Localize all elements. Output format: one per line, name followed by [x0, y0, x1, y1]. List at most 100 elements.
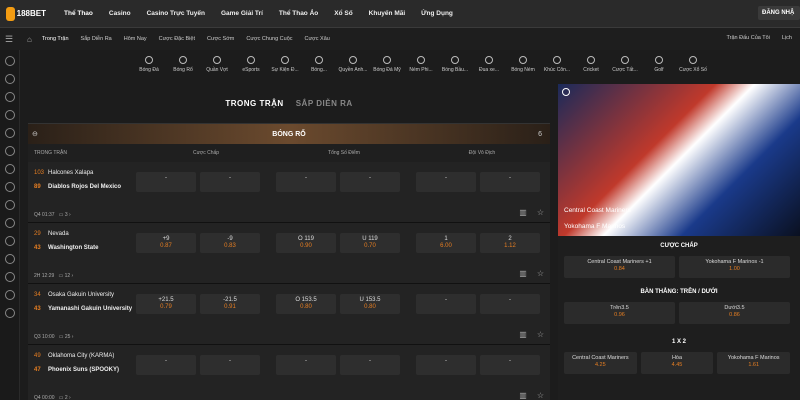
sport-tab[interactable]: Bóng Ném [506, 50, 540, 82]
favorite-star-icon[interactable]: ☆ [537, 330, 544, 339]
sport-tab[interactable]: Ném Phi... [404, 50, 438, 82]
volleyball-icon[interactable] [4, 146, 15, 156]
odds-cell[interactable]: - [276, 355, 336, 375]
play-icon[interactable] [562, 88, 570, 96]
nav-item-casino[interactable]: Casino [109, 10, 131, 17]
odds-cell[interactable]: - [480, 172, 540, 192]
tab-live[interactable]: TRONG TRẬN [225, 99, 283, 108]
match-row[interactable]: 34 Osaka Gakuin University 43 Yamanashi Gak… [28, 284, 550, 345]
match-row[interactable]: 103 Halcones Xalapa 89 Diablos Rojos Del Me… [28, 162, 550, 223]
odds-cell[interactable]: -21.5 0.91 [200, 294, 260, 314]
darts-icon[interactable] [4, 200, 15, 210]
odds-cell[interactable]: - [276, 172, 336, 192]
more-markets-link[interactable]: 3 › [65, 212, 71, 218]
baseball-icon[interactable] [4, 218, 15, 228]
odds-cell[interactable]: - [340, 355, 400, 375]
event-icon[interactable] [4, 128, 15, 138]
x12-draw[interactable]: Hòa 4.45 [640, 352, 714, 374]
login-button[interactable]: ĐĂNG NHẬ [758, 6, 800, 20]
sport-tab[interactable]: Cược Xổ Số [676, 50, 710, 82]
odds-cell[interactable]: +21.5 0.79 [136, 294, 196, 314]
odds-cell[interactable]: - [480, 294, 540, 314]
favorite-star-icon[interactable]: ☆ [537, 208, 544, 217]
menu-icon[interactable]: ☰ [5, 34, 19, 45]
more-markets-link[interactable]: 12 › [65, 273, 74, 279]
sport-tab[interactable]: Cược Tất... [608, 50, 642, 82]
esports-icon[interactable] [4, 110, 15, 120]
x12-away[interactable]: Yokohama F Marinos 1.61 [717, 352, 791, 374]
boxing-icon[interactable] [4, 164, 15, 174]
collapse-icon[interactable]: ⊖ [32, 130, 38, 138]
golf-icon[interactable] [4, 308, 15, 318]
sport-tab[interactable]: Cricket [574, 50, 608, 82]
odds-cell[interactable]: U 119 0.70 [340, 233, 400, 253]
sport-tab[interactable]: eSports [234, 50, 268, 82]
hockey-icon[interactable] [4, 272, 15, 282]
x12-home[interactable]: Central Coast Mariners 4.25 [564, 352, 637, 374]
basketball-icon[interactable] [4, 74, 15, 84]
nav-item-virtual[interactable]: Thể Thao Ảo [279, 10, 318, 17]
odds-cell[interactable]: - [136, 355, 196, 375]
subnav-specials[interactable]: Cược Đặc Biệt [159, 36, 195, 42]
under-cell[interactable]: Dưới3.5 0.86 [679, 302, 790, 324]
odds-cell[interactable]: O 153.5 0.80 [276, 294, 336, 314]
subnav-parlay[interactable]: Cược Xâu [305, 36, 330, 42]
nav-item-lottery[interactable]: Xổ Số [334, 10, 352, 17]
my-matches-link[interactable]: Trận Đấu Của Tôi [726, 35, 769, 41]
sport-header[interactable]: ⊖ BÓNG RỔ 6 [28, 124, 550, 144]
sport-tab[interactable]: Bóng Bầu... [438, 50, 472, 82]
odds-cell[interactable]: U 153.5 0.80 [340, 294, 400, 314]
match-row[interactable]: 49 Oklahoma City (KARMA) 47 Phoenix Suns (S… [28, 345, 550, 400]
subnav-upcoming[interactable]: Sắp Diễn Ra [81, 36, 112, 42]
odds-cell[interactable]: -9 0.83 [200, 233, 260, 253]
odds-cell[interactable]: O 119 0.90 [276, 233, 336, 253]
subnav-outright[interactable]: Cược Chung Cuộc [246, 36, 292, 42]
handball-icon[interactable] [4, 254, 15, 264]
odds-cell[interactable]: 2 1.12 [480, 233, 540, 253]
sport-tab[interactable]: Sự Kiện Đ... [268, 50, 302, 82]
tennis-icon[interactable] [4, 92, 15, 102]
sport-tab[interactable]: Bóng Đá Mỹ [370, 50, 404, 82]
sport-tab[interactable]: Bóng Đá [132, 50, 166, 82]
schedule-link[interactable]: Lịch [782, 35, 792, 41]
more-markets-link[interactable]: 2 › [65, 395, 71, 400]
odds-cell[interactable]: 1 6.00 [416, 233, 476, 253]
home-icon[interactable]: ⌂ [27, 35, 32, 44]
match-row[interactable]: 29 Nevada 43 Washington State 2H 12:29 ▭ 12 … [28, 223, 550, 284]
sport-tab[interactable]: Đua xe... [472, 50, 506, 82]
odds-cell[interactable]: - [416, 294, 476, 314]
nav-item-live-casino[interactable]: Casino Trực Tuyến [147, 10, 205, 17]
odds-cell[interactable]: - [200, 172, 260, 192]
favorite-star-icon[interactable]: ☆ [537, 391, 544, 400]
handicap-away[interactable]: Yokohama F Marinos -1 1.00 [679, 256, 790, 278]
football-icon[interactable] [4, 182, 15, 192]
nav-item-apps[interactable]: Ứng Dụng [421, 10, 453, 17]
sport-tab[interactable]: Quyền Anh... [336, 50, 370, 82]
odds-cell[interactable]: - [340, 172, 400, 192]
racing-icon[interactable] [4, 236, 15, 246]
stats-icon[interactable]: ▥ [519, 391, 527, 400]
stats-icon[interactable]: ▥ [519, 208, 527, 217]
odds-cell[interactable]: - [416, 355, 476, 375]
sport-tab[interactable]: Quần Vợt [200, 50, 234, 82]
odds-cell[interactable]: - [480, 355, 540, 375]
nav-item-sports[interactable]: Thể Thao [64, 10, 93, 17]
sport-tab[interactable]: Khúc Côn... [540, 50, 574, 82]
live-video[interactable]: Central Coast Mariners Yokohama F Marino… [558, 84, 800, 236]
tab-upcoming[interactable]: SẮP DIỄN RA [296, 99, 353, 108]
sport-tab[interactable]: Bóng... [302, 50, 336, 82]
cricket-icon[interactable] [4, 290, 15, 300]
stats-icon[interactable]: ▥ [519, 269, 527, 278]
subnav-today[interactable]: Hôm Nay [124, 36, 147, 42]
favorite-star-icon[interactable]: ☆ [537, 269, 544, 278]
nav-item-games[interactable]: Game Giải Trí [221, 10, 263, 17]
odds-cell[interactable]: - [200, 355, 260, 375]
more-markets-link[interactable]: 25 › [65, 334, 74, 340]
odds-cell[interactable]: - [136, 172, 196, 192]
logo[interactable]: 188BET [6, 6, 46, 21]
soccer-icon[interactable] [4, 56, 15, 66]
odds-cell[interactable]: +9 0.87 [136, 233, 196, 253]
subnav-live[interactable]: Trong Trận [42, 36, 69, 42]
subnav-early[interactable]: Cược Sớm [207, 36, 234, 42]
odds-cell[interactable]: - [416, 172, 476, 192]
